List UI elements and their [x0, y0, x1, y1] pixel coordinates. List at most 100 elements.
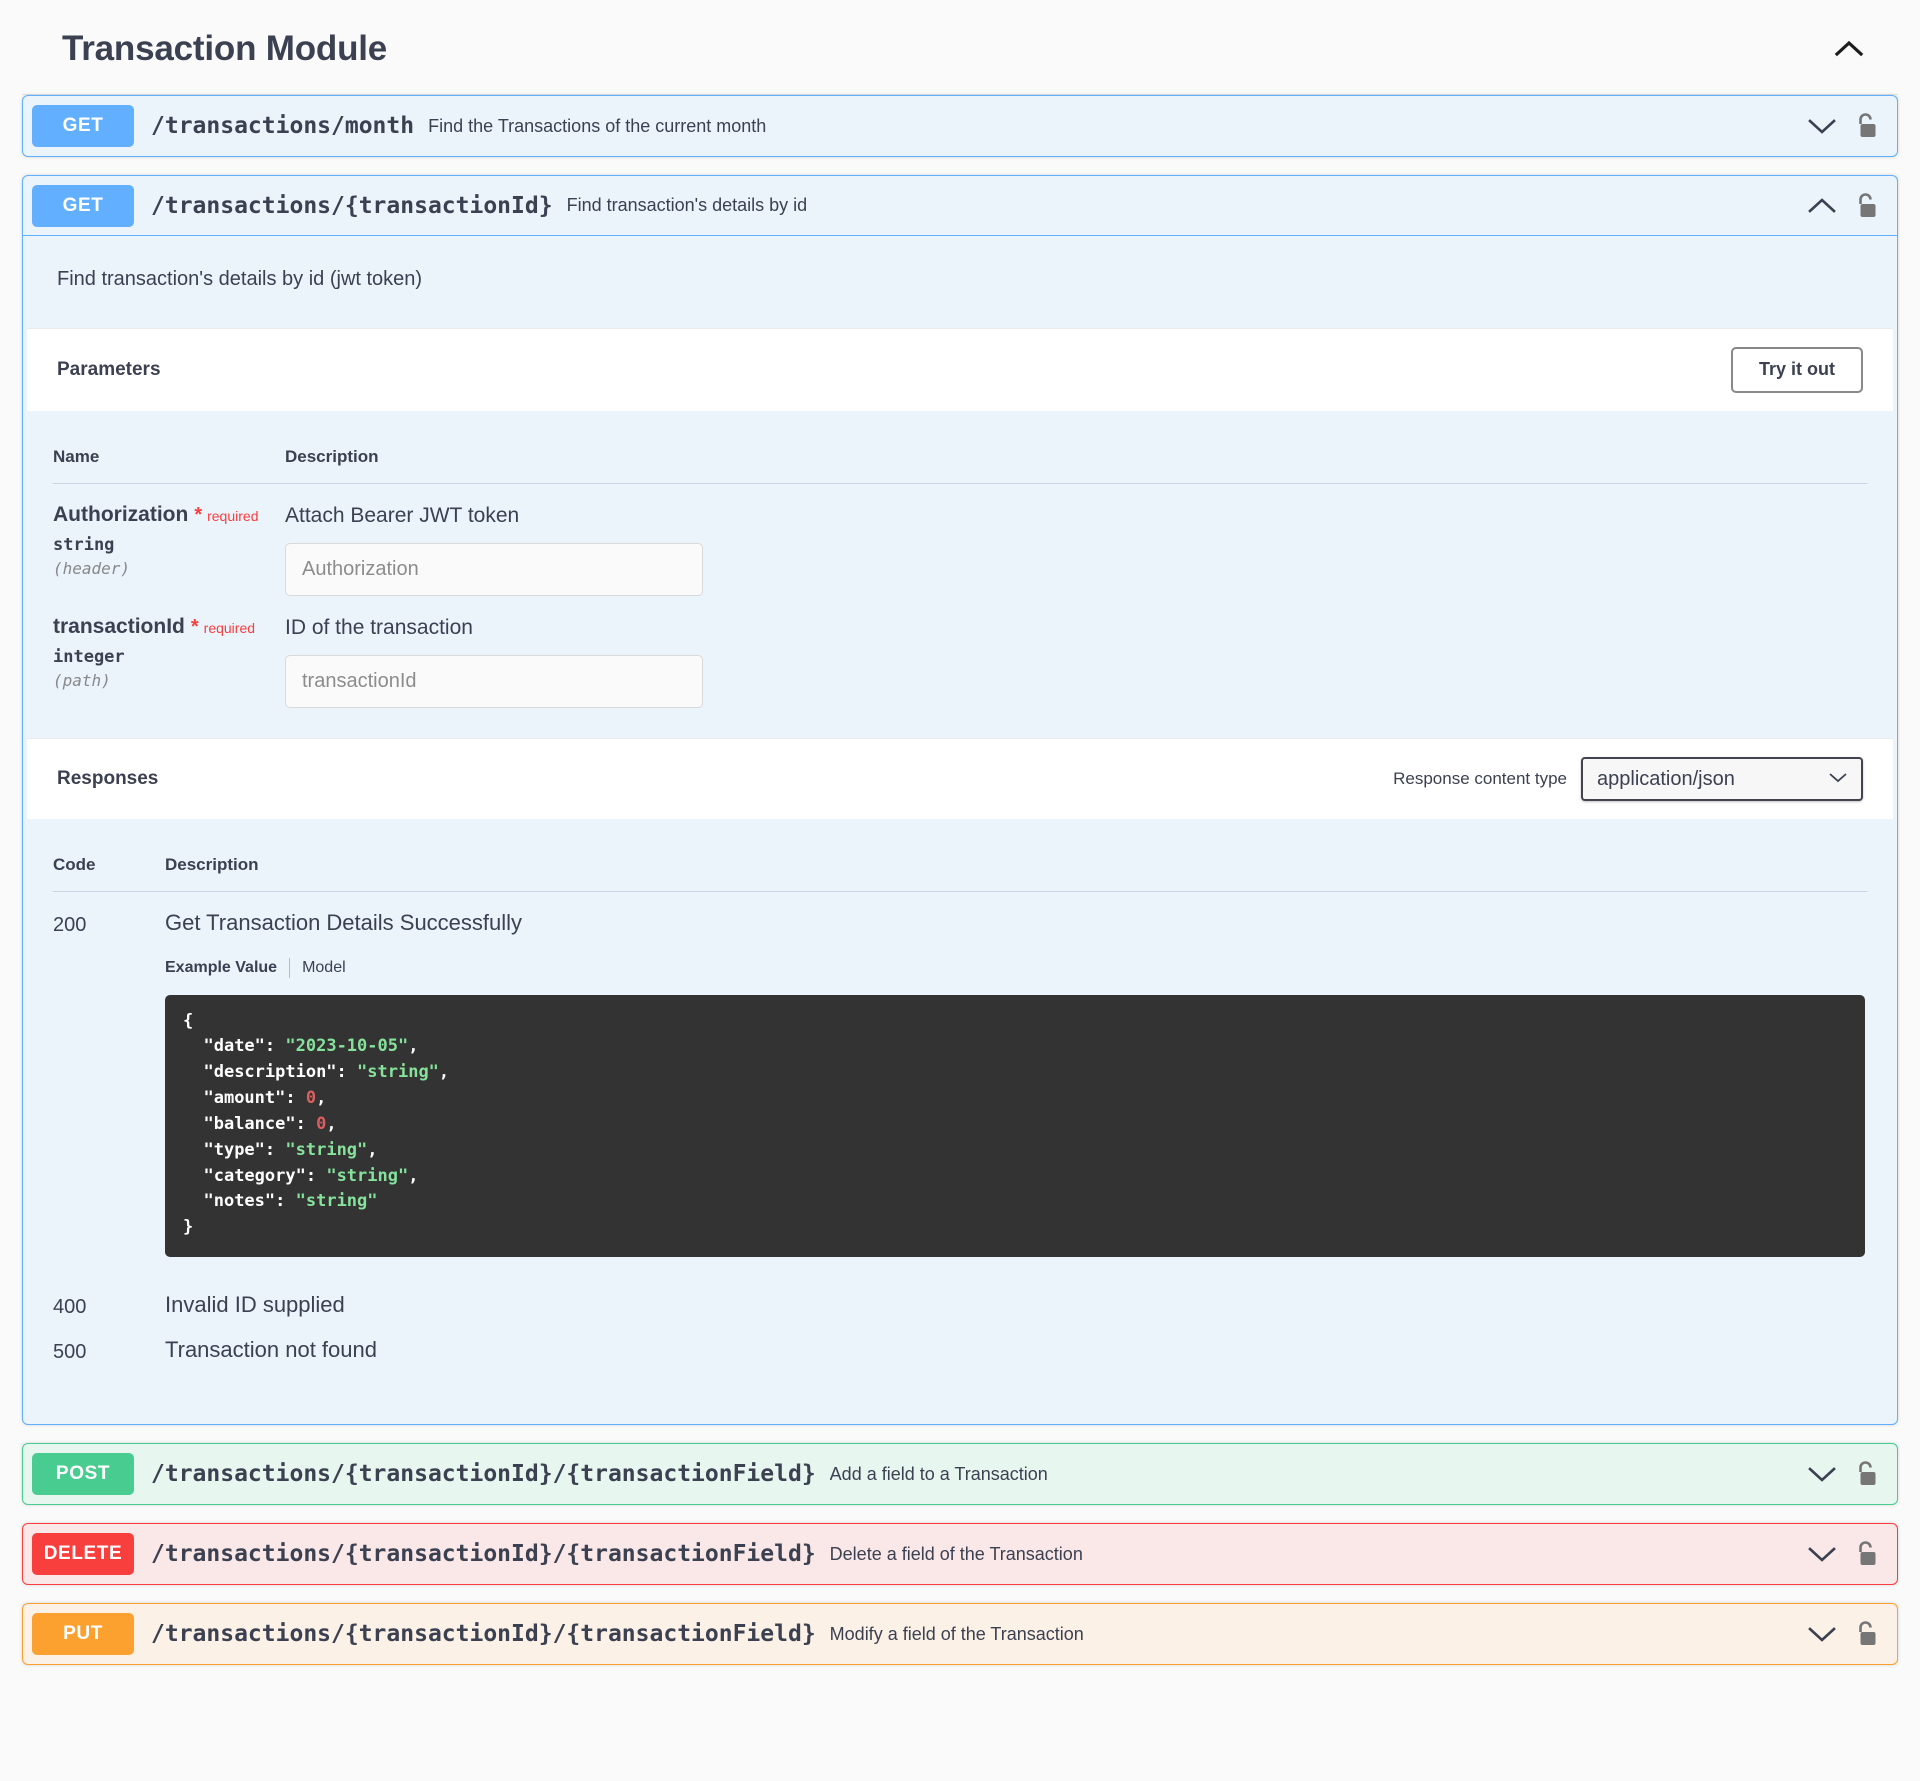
operation-path: /transactions/month [151, 113, 415, 139]
parameter-location: (path) [53, 670, 111, 690]
column-header-description: Description [165, 840, 1867, 892]
http-method-badge: GET [32, 105, 134, 147]
operation-put-transaction-field[interactable]: PUT /transactions/{transactionId}/{trans… [22, 1603, 1898, 1666]
parameter-description-cell: Attach Bearer JWT token [285, 483, 1867, 596]
operation-summary-text: Find transaction's details by id [566, 195, 808, 215]
operation-summary-text: Add a field to a Transaction [829, 1463, 1048, 1484]
parameters-header: Parameters Try it out [27, 328, 1893, 411]
operation-controls [1805, 189, 1883, 223]
operation-path: /transactions/{transactionId}/{transacti… [151, 1621, 816, 1648]
responses-heading: Responses [57, 767, 159, 789]
table-header-row: Name Description [53, 432, 1867, 484]
operation-delete-transaction-field[interactable]: DELETE /transactions/{transactionId}/{tr… [22, 1523, 1898, 1586]
table-header-row: Code Description [53, 840, 1867, 892]
parameter-description-cell: ID of the transaction [285, 596, 1867, 708]
required-asterisk: * [194, 503, 203, 526]
http-method-badge: PUT [32, 1613, 134, 1656]
unlocked-padlock-icon[interactable] [1853, 191, 1879, 221]
http-method-badge: DELETE [32, 1533, 134, 1576]
unlocked-padlock-icon[interactable] [1853, 1539, 1879, 1569]
operation-summary[interactable]: GET /transactions/{transactionId} Find t… [23, 176, 1897, 236]
response-code: 400 [53, 1296, 87, 1319]
operation-controls [1805, 1537, 1883, 1571]
http-method-badge: GET [32, 184, 134, 227]
responses-header: Responses Response content type applicat… [27, 737, 1893, 819]
unlocked-padlock-icon[interactable] [1853, 111, 1879, 141]
parameter-name: Authorization * required [53, 502, 285, 528]
operation-path: /transactions/{transactionId} [151, 192, 553, 219]
table-row: transactionId * required integer (path) … [53, 596, 1867, 708]
parameter-name-cell: Authorization * required string (header) [53, 483, 285, 596]
parameters-heading: Parameters [57, 358, 161, 380]
operation-summary[interactable]: GET /transactions/month Find the Transac… [23, 96, 1897, 156]
column-header-name: Name [53, 432, 285, 484]
tab-example-value[interactable]: Example Value [165, 959, 289, 977]
required-label: required [203, 619, 256, 636]
chevron-down-icon[interactable] [1805, 109, 1839, 143]
operation-summary[interactable]: PUT /transactions/{transactionId}/{trans… [23, 1604, 1897, 1664]
chevron-up-icon[interactable] [1826, 26, 1872, 72]
operation-body: Find transaction's details by id (jwt to… [23, 236, 1897, 1424]
operations-list: GET /transactions/month Find the Transac… [0, 95, 1920, 1666]
table-row: Authorization * required string (header)… [53, 483, 1867, 596]
response-content-type-group: Response content type application/json [1393, 756, 1863, 801]
unlocked-padlock-icon[interactable] [1853, 1459, 1879, 1489]
response-description-cell: Transaction not found [165, 1319, 1867, 1364]
operation-controls [1805, 1457, 1883, 1491]
swagger-ui-page: Transaction Module GET /transactions/mon… [0, 0, 1920, 1781]
tab-divider [289, 957, 291, 978]
column-header-code: Code [53, 840, 165, 892]
chevron-down-icon[interactable] [1805, 1457, 1839, 1491]
parameter-location: (header) [53, 558, 131, 578]
required-label: required [207, 507, 259, 524]
operation-post-transaction-field[interactable]: POST /transactions/{transactionId}/{tran… [22, 1443, 1898, 1506]
column-header-description: Description [285, 432, 1867, 484]
response-description-cell: Invalid ID supplied [165, 1274, 1867, 1319]
response-description: Transaction not found [165, 1337, 377, 1363]
operation-description: Find transaction's details by id (jwt to… [57, 268, 423, 290]
response-description: Invalid ID supplied [165, 1292, 345, 1318]
authorization-input[interactable] [285, 542, 703, 596]
parameters-table-wrap: Name Description Authorization * require… [23, 411, 1897, 738]
example-model-tabs: Example Value Model [165, 957, 1867, 978]
operation-summary-text: Delete a field of the Transaction [829, 1543, 1083, 1564]
chevron-down-icon[interactable] [1805, 1537, 1839, 1571]
response-content-type-label: Response content type [1393, 768, 1567, 788]
operation-controls [1805, 109, 1883, 143]
unlocked-padlock-icon[interactable] [1853, 1619, 1879, 1649]
response-description-cell: Get Transaction Details Successfully Exa… [165, 891, 1867, 1274]
chevron-down-icon[interactable] [1805, 1617, 1839, 1651]
chevron-up-icon[interactable] [1805, 189, 1839, 223]
response-code: 200 [53, 913, 87, 936]
response-description: Get Transaction Details Successfully [165, 909, 523, 935]
responses-table-wrap: Code Description 200 Get Transaction Det… [23, 819, 1897, 1424]
tab-model[interactable]: Model [302, 959, 358, 977]
operation-controls [1805, 1617, 1883, 1651]
operation-summary-text: Find the Transactions of the current mon… [428, 115, 767, 136]
response-content-type-select[interactable]: application/json [1581, 756, 1863, 801]
http-method-badge: POST [32, 1453, 134, 1496]
operation-summary[interactable]: POST /transactions/{transactionId}/{tran… [23, 1444, 1897, 1504]
response-content-type-select-wrap[interactable]: application/json [1581, 756, 1863, 801]
parameters-table: Name Description Authorization * require… [53, 432, 1867, 708]
parameter-name-cell: transactionId * required integer (path) [53, 596, 285, 708]
parameter-description: Attach Bearer JWT token [285, 503, 520, 527]
operation-get-transaction-by-id[interactable]: GET /transactions/{transactionId} Find t… [22, 175, 1898, 1426]
operation-summary[interactable]: DELETE /transactions/{transactionId}/{tr… [23, 1524, 1897, 1584]
try-it-out-button[interactable]: Try it out [1731, 347, 1863, 393]
table-row: 500 Transaction not found [53, 1319, 1867, 1364]
example-value-code-block[interactable]: { "date": "2023-10-05", "description": "… [165, 994, 1865, 1258]
tag-header: Transaction Module [22, 0, 1898, 95]
table-row: 200 Get Transaction Details Successfully… [53, 891, 1867, 1274]
required-asterisk: * [190, 615, 199, 638]
transaction-id-input[interactable] [285, 654, 703, 708]
parameter-name: transactionId * required [53, 614, 285, 640]
parameter-name-text: transactionId [53, 614, 185, 638]
parameter-type: integer [53, 646, 125, 667]
parameter-type: string [53, 534, 115, 555]
page-title: Transaction Module [62, 29, 388, 68]
response-code: 500 [53, 1341, 87, 1364]
responses-table: Code Description 200 Get Transaction Det… [53, 840, 1867, 1364]
operation-get-transactions-month[interactable]: GET /transactions/month Find the Transac… [22, 95, 1898, 157]
